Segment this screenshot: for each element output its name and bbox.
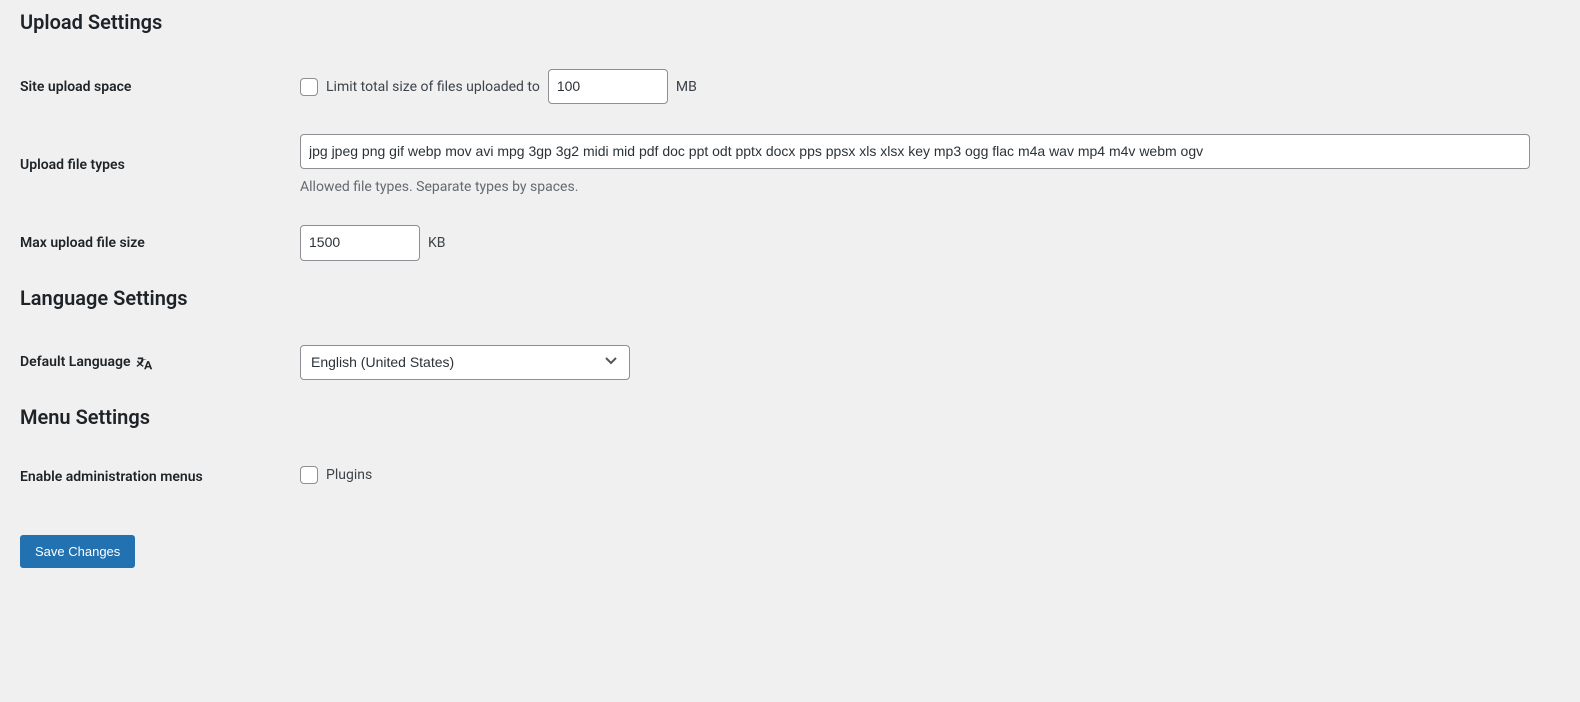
max-upload-file-size-label: Max upload file size bbox=[20, 210, 300, 275]
upload-file-types-input[interactable] bbox=[300, 134, 1530, 169]
plugins-checkbox-text: Plugins bbox=[326, 467, 372, 483]
limit-upload-checkbox-label[interactable]: Limit total size of files uploaded to bbox=[300, 78, 540, 96]
default-language-select[interactable]: English (United States) bbox=[300, 345, 630, 380]
upload-file-types-label: Upload file types bbox=[20, 119, 300, 210]
upload-file-types-description: Allowed file types. Separate types by sp… bbox=[300, 179, 1550, 195]
enable-admin-menus-label: Enable administration menus bbox=[20, 449, 300, 505]
limit-upload-checkbox[interactable] bbox=[300, 78, 318, 96]
upload-settings-table: Site upload space Limit total size of fi… bbox=[20, 54, 1560, 276]
menu-settings-table: Enable administration menus Plugins bbox=[20, 449, 1560, 505]
plugins-checkbox[interactable] bbox=[300, 466, 318, 484]
max-upload-file-size-input[interactable] bbox=[300, 225, 420, 260]
language-settings-table: Default Language English (United States) bbox=[20, 330, 1560, 395]
limit-upload-checkbox-text: Limit total size of files uploaded to bbox=[326, 79, 540, 95]
menu-settings-heading: Menu Settings bbox=[20, 405, 1560, 429]
upload-settings-heading: Upload Settings bbox=[20, 10, 1560, 34]
default-language-label: Default Language bbox=[20, 354, 130, 370]
save-changes-button[interactable]: Save Changes bbox=[20, 535, 135, 568]
plugins-checkbox-label[interactable]: Plugins bbox=[300, 466, 372, 484]
upload-space-unit: MB bbox=[676, 79, 697, 95]
language-settings-heading: Language Settings bbox=[20, 286, 1560, 310]
max-upload-file-size-unit: KB bbox=[428, 235, 446, 251]
translate-icon bbox=[136, 353, 154, 371]
site-upload-space-label: Site upload space bbox=[20, 54, 300, 119]
upload-space-input[interactable] bbox=[548, 69, 668, 104]
